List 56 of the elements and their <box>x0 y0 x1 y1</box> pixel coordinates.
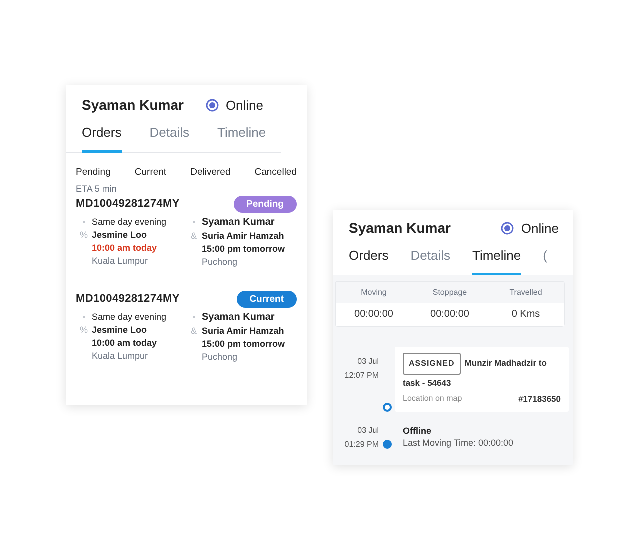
event-time: 01:29 PM <box>344 440 379 448</box>
place-text: Puchong <box>202 352 239 362</box>
radio-icon[interactable] <box>501 222 514 234</box>
place-text: Puchong <box>202 256 239 266</box>
tab[interactable]: Orders <box>349 240 389 276</box>
mark-text: & <box>190 230 198 240</box>
mark-text: % <box>78 324 89 335</box>
tab[interactable]: ( <box>543 240 548 276</box>
stat-value: 00:00:00 <box>336 302 412 326</box>
status-label: Online <box>521 220 559 236</box>
note-text: Syaman Kumar <box>202 216 276 228</box>
time-text: 15:00 pm tomorrow <box>202 244 286 254</box>
order-id: MD10049281274MY <box>76 293 180 305</box>
mark-text: & <box>190 326 198 336</box>
status-label: Online <box>226 98 264 112</box>
tab[interactable]: Orders <box>82 117 122 153</box>
time-text: 10:00 am today <box>92 243 158 254</box>
driver-name: Syaman Kumar <box>349 220 451 236</box>
filter-tab[interactable]: Current <box>134 166 167 178</box>
radio-icon[interactable] <box>206 98 219 112</box>
map-link[interactable]: Location on map <box>403 394 462 404</box>
order-id: MD10049281274MY <box>76 198 180 210</box>
timeline-dot-icon <box>382 440 392 448</box>
time-text: 15:00 pm tomorrow <box>202 338 286 348</box>
place-text: Kuala Lumpur <box>92 351 150 362</box>
event-detail: Last Moving Time: 00:00:00 <box>403 438 515 448</box>
tab[interactable]: Details <box>410 240 450 276</box>
mark-text: % <box>78 230 89 240</box>
time-text: 10:00 am today <box>92 338 158 348</box>
eta-text: ETA 5 min <box>76 184 118 194</box>
note-text: Same day evening <box>92 312 168 322</box>
event-title: Offline <box>403 426 432 436</box>
contact-name: Suria Amir Hamzah <box>202 326 286 336</box>
tab[interactable]: Timeline <box>217 117 266 153</box>
event-date: 03 Jul <box>358 426 379 434</box>
driver-name: Syaman Kumar <box>82 97 184 113</box>
note-text: Same day evening <box>92 216 168 227</box>
status-badge: Pending <box>234 196 297 212</box>
tab[interactable]: Details <box>150 117 190 153</box>
event-time: 12:07 PM <box>344 370 379 380</box>
filter-tab[interactable]: Pending <box>76 166 111 178</box>
filter-tab[interactable]: Delivered <box>190 166 231 178</box>
contact-name: Suria Amir Hamzah <box>202 230 286 240</box>
filter-tab[interactable]: Cancelled <box>254 166 297 178</box>
reference-number: #17183650 <box>518 394 561 404</box>
timeline-dot-icon <box>382 402 392 412</box>
stat-value: 00:00:00 <box>412 302 488 326</box>
status-badge: Current <box>236 290 297 308</box>
place-text: Kuala Lumpur <box>92 256 150 266</box>
stat-value: 0 Kms <box>488 302 564 326</box>
event-date: 03 Jul <box>358 356 379 366</box>
note-text: Syaman Kumar <box>202 312 276 322</box>
event-badge: ASSIGNED <box>403 352 461 374</box>
contact-name: Jesmine Loo <box>92 324 148 335</box>
contact-name: Jesmine Loo <box>92 230 148 240</box>
event-text: ASSIGNED Munzir Madhadzir to task - 54643 <box>403 352 561 392</box>
